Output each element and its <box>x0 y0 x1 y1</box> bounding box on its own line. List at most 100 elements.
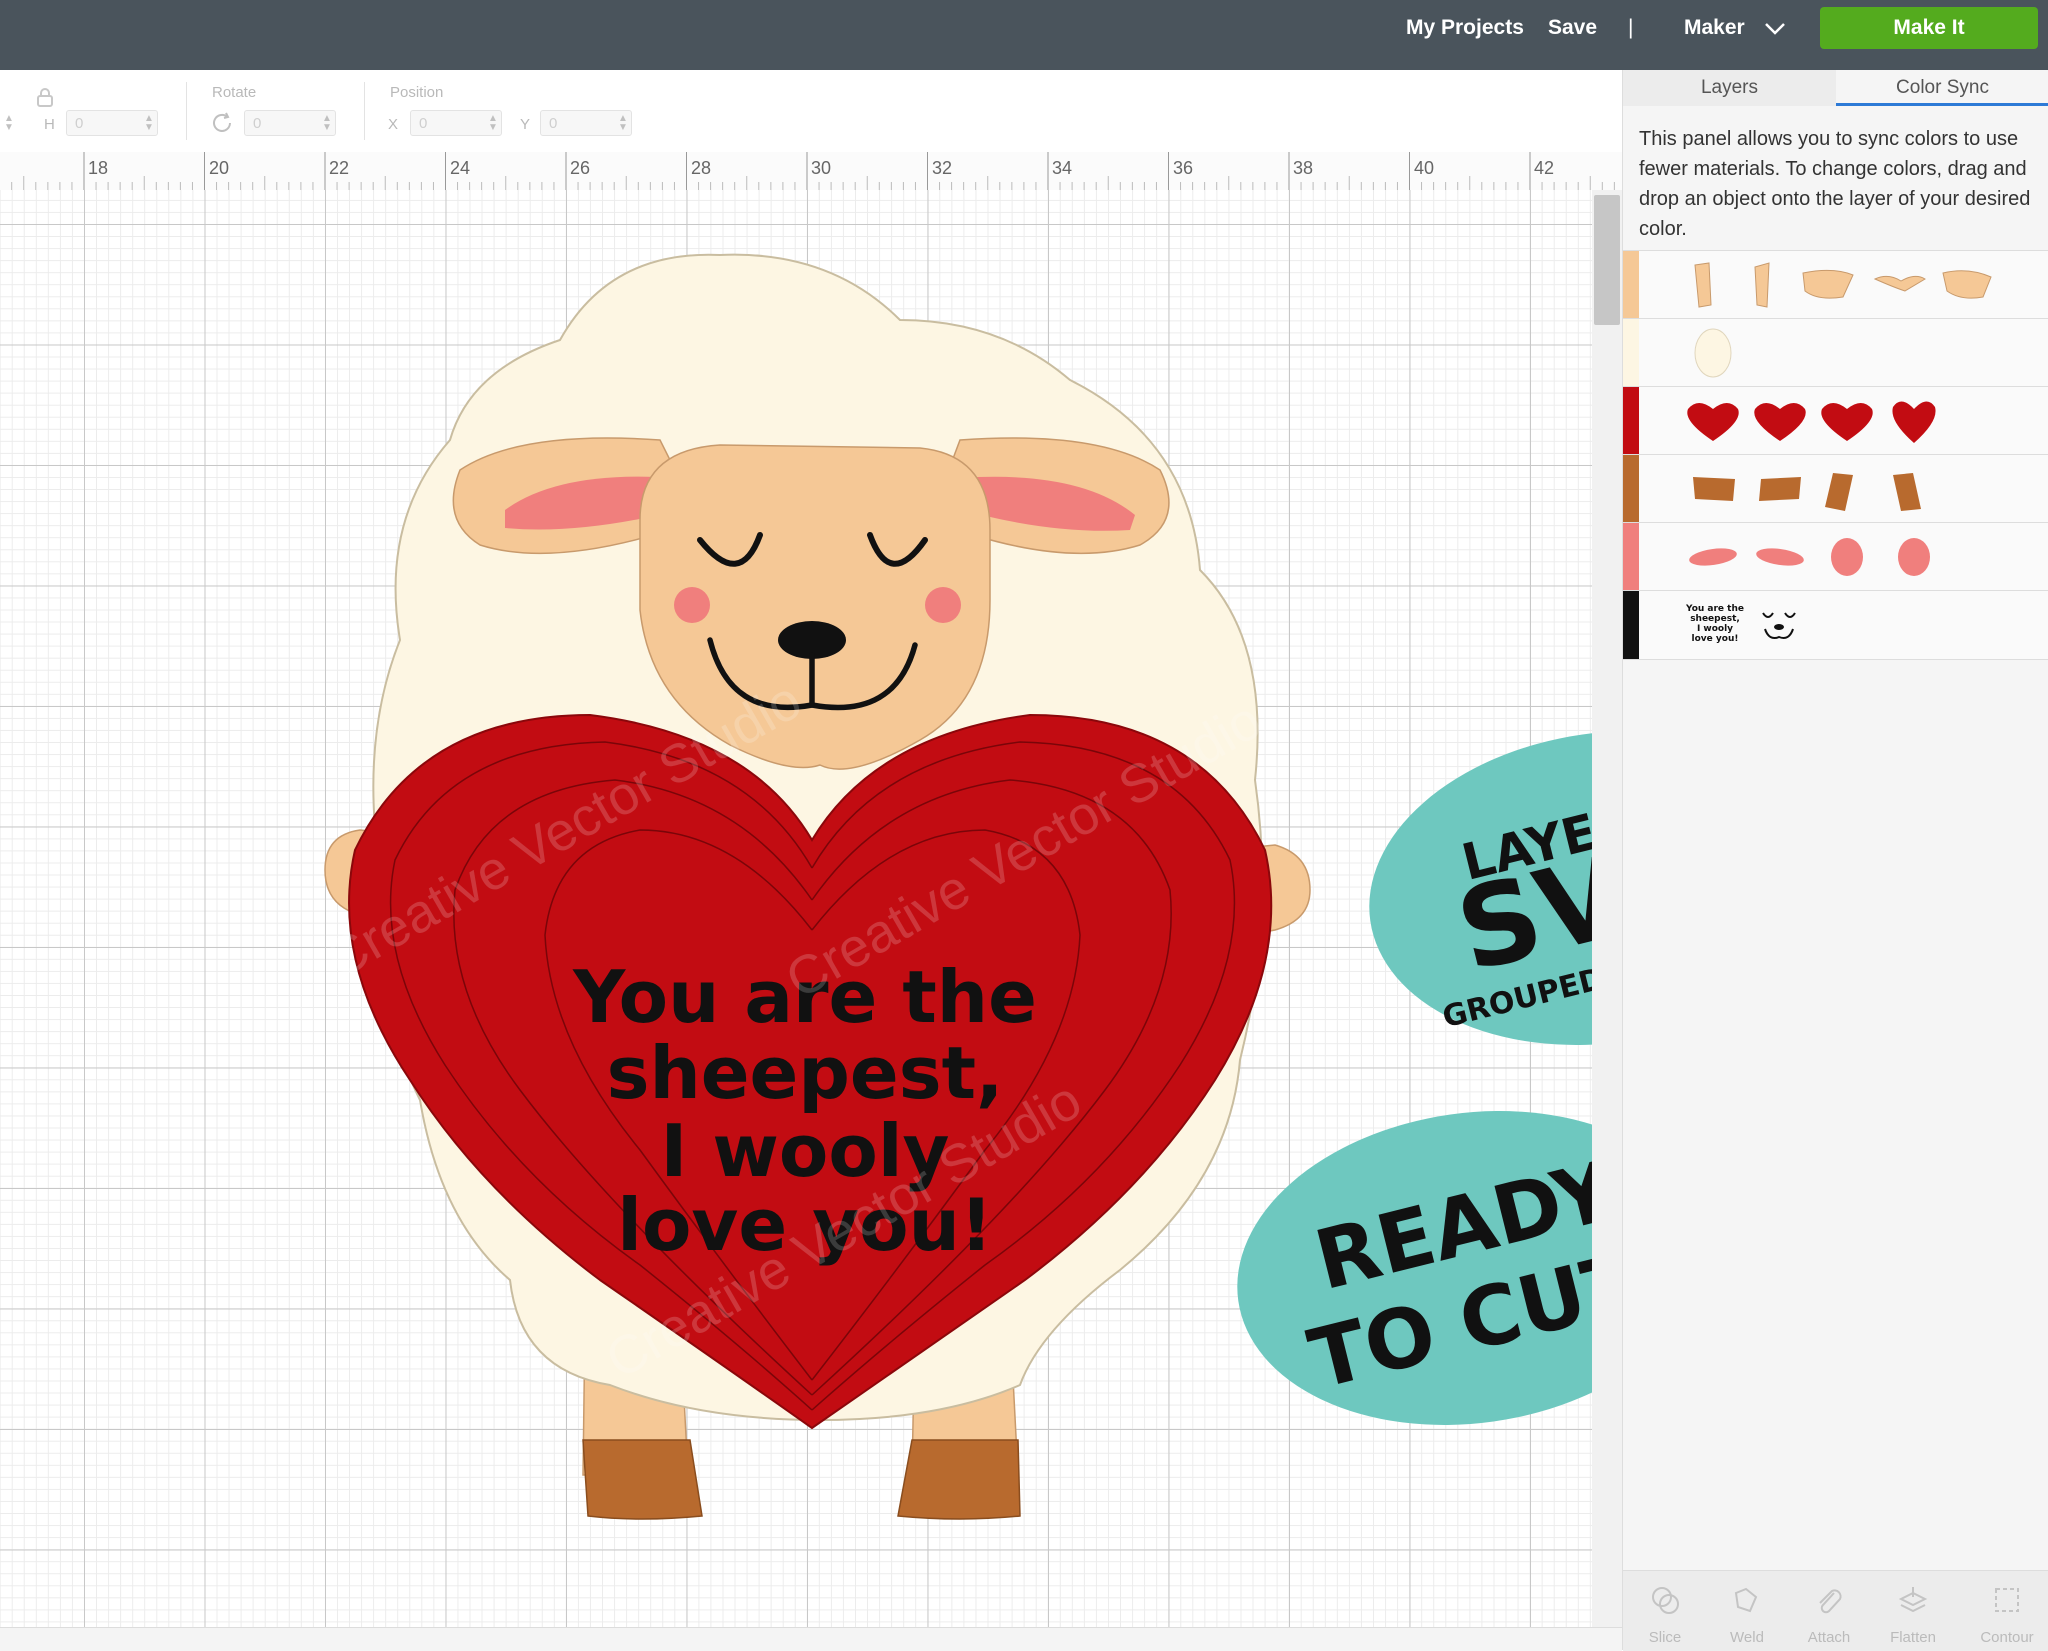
heart-piece-icon[interactable] <box>1821 403 1873 441</box>
heart-text-line-2: sheepest, <box>607 1031 1004 1115</box>
rotate-icon <box>213 112 231 132</box>
ruler-label: 24 <box>450 158 471 178</box>
heart-piece-icon[interactable] <box>1754 403 1806 441</box>
cheek-icon[interactable] <box>1831 538 1863 576</box>
flatten-label: Flatten <box>1890 1629 1936 1646</box>
color-row-heart[interactable] <box>1623 386 2048 455</box>
color-row-wool[interactable] <box>1623 318 2048 387</box>
color-row-items <box>1694 328 1732 378</box>
color-row-skin[interactable] <box>1623 250 2048 319</box>
rotate-stepper-icon[interactable]: ▲ ▼ <box>322 114 332 133</box>
hoof-piece-icon[interactable] <box>1759 477 1801 501</box>
cheek-icon[interactable] <box>1898 538 1930 576</box>
machine-selector[interactable]: Maker <box>1684 16 1745 40</box>
ruler-label: 42 <box>1534 158 1555 178</box>
arm-piece-icon[interactable] <box>1754 262 1770 308</box>
top-bar: My Projects Save | Maker Make It <box>0 0 2048 70</box>
color-sync-panel: Layers Color Sync This panel allows you … <box>1622 70 2048 1651</box>
horizontal-scrollbar[interactable] <box>0 1627 1622 1651</box>
ear-inner-icon[interactable] <box>1688 546 1738 569</box>
y-letter: Y <box>520 116 531 133</box>
ruler-label: 26 <box>570 158 591 178</box>
ear-piece-icon[interactable] <box>1942 270 1992 299</box>
layered-svg-badge: LAYERED SVG GROUPED BY COLOR <box>1369 731 1592 1045</box>
color-swatch[interactable] <box>1623 523 1639 591</box>
slice-label: Slice <box>1648 1629 1682 1646</box>
color-row-items: You are the sheepest, I wooly love you! <box>1685 604 1796 644</box>
my-projects-link[interactable]: My Projects <box>1406 16 1524 40</box>
make-it-button[interactable]: Make It <box>1820 7 2038 49</box>
color-swatch[interactable] <box>1623 319 1639 387</box>
mini-text-line: You are the <box>1685 604 1744 614</box>
color-row-items <box>1688 538 1930 576</box>
design-canvas[interactable]: You are the sheepest, I wooly love you! … <box>0 190 1592 1627</box>
mini-text-icon[interactable]: You are the sheepest, I wooly love you! <box>1685 604 1744 644</box>
vertical-scrollbar[interactable] <box>1592 190 1622 1627</box>
slice-tool[interactable]: Slice <box>1625 1571 1705 1646</box>
color-row-items <box>1694 262 1992 308</box>
ear-inner-icon[interactable] <box>1755 546 1805 569</box>
topbar-separator: | <box>1628 16 1634 39</box>
weld-tool[interactable]: Weld <box>1707 1571 1787 1646</box>
tab-layers[interactable]: Layers <box>1623 70 1836 106</box>
arm-piece-icon[interactable] <box>1694 262 1712 308</box>
left-cheek <box>674 587 710 623</box>
toolbar-divider <box>186 82 187 140</box>
ruler-label: 30 <box>811 158 832 178</box>
chevron-down-icon[interactable] <box>1764 22 1786 36</box>
ear-piece-icon[interactable] <box>1802 269 1854 299</box>
attach-tool[interactable]: Attach <box>1789 1571 1869 1646</box>
x-letter: X <box>388 116 399 133</box>
y-stepper-icon[interactable]: ▲ ▼ <box>618 114 628 133</box>
color-swatch[interactable] <box>1623 455 1639 523</box>
save-button[interactable]: Save <box>1548 16 1597 40</box>
right-hoof <box>897 1439 1021 1520</box>
ruler-label: 40 <box>1414 158 1435 178</box>
heart-piece-icon[interactable] <box>1892 401 1936 443</box>
right-cheek <box>925 587 961 623</box>
edit-toolbar: ▲ ▼ H 0 ▲ ▼ Rotate 0 ▲ ▼ Position X 0 ▲ ▼ Y … <box>0 70 1622 153</box>
toolbar-divider <box>364 82 365 140</box>
ruler-label: 34 <box>1052 158 1073 178</box>
height-letter: H <box>44 116 55 133</box>
weld-icon <box>1734 1587 1758 1613</box>
scrollbar-thumb[interactable] <box>1594 195 1620 325</box>
rotate-label: Rotate <box>212 84 257 101</box>
ruler-label: 18 <box>88 158 109 178</box>
stepper-arrows-icon[interactable]: ▲ ▼ <box>4 114 14 133</box>
color-swatch[interactable] <box>1623 591 1639 659</box>
color-row-items <box>1693 473 1921 511</box>
color-swatch[interactable] <box>1623 387 1639 455</box>
panel-description: This panel allows you to sync colors to … <box>1639 128 2031 240</box>
ruler-label: 38 <box>1293 158 1314 178</box>
contour-tool[interactable]: Contour <box>1967 1571 2047 1646</box>
color-row-hoof[interactable] <box>1623 454 2048 523</box>
wool-piece-icon[interactable] <box>1694 328 1732 378</box>
color-row-pink[interactable] <box>1623 522 2048 591</box>
tab-color-sync[interactable]: Color Sync <box>1836 70 2048 106</box>
flatten-icon <box>1898 1587 1928 1613</box>
hoof-piece-icon[interactable] <box>1693 477 1735 501</box>
weld-label: Weld <box>1730 1629 1764 1646</box>
hoof-piece-icon[interactable] <box>1825 473 1853 511</box>
heart-piece-icon[interactable] <box>1687 403 1739 441</box>
ready-to-cut-badge: READY TO CUT <box>1237 1111 1592 1425</box>
hoof-piece-icon[interactable] <box>1893 473 1921 511</box>
paperclip-icon <box>1819 1589 1842 1614</box>
mini-face-icon[interactable] <box>1762 612 1796 639</box>
left-hoof <box>582 1439 703 1520</box>
face-piece-icon[interactable] <box>1873 275 1926 292</box>
lock-icon[interactable] <box>36 87 54 107</box>
flatten-tool[interactable]: Flatten <box>1873 1571 1953 1646</box>
height-stepper-icon[interactable]: ▲ ▼ <box>144 114 154 133</box>
ruler-label: 32 <box>932 158 953 178</box>
color-row-black[interactable]: You are the sheepest, I wooly love you! <box>1623 590 2048 660</box>
slice-icon <box>1652 1587 1679 1614</box>
horizontal-ruler: 18 20 22 24 26 28 30 32 34 36 38 40 42 <box>0 152 1622 191</box>
ruler-label: 22 <box>329 158 350 178</box>
ruler-label: 28 <box>691 158 712 178</box>
mini-text-line: sheepest, <box>1690 614 1740 624</box>
color-swatch[interactable] <box>1623 251 1639 319</box>
color-row-items <box>1687 401 1936 443</box>
x-stepper-icon[interactable]: ▲ ▼ <box>488 114 498 133</box>
